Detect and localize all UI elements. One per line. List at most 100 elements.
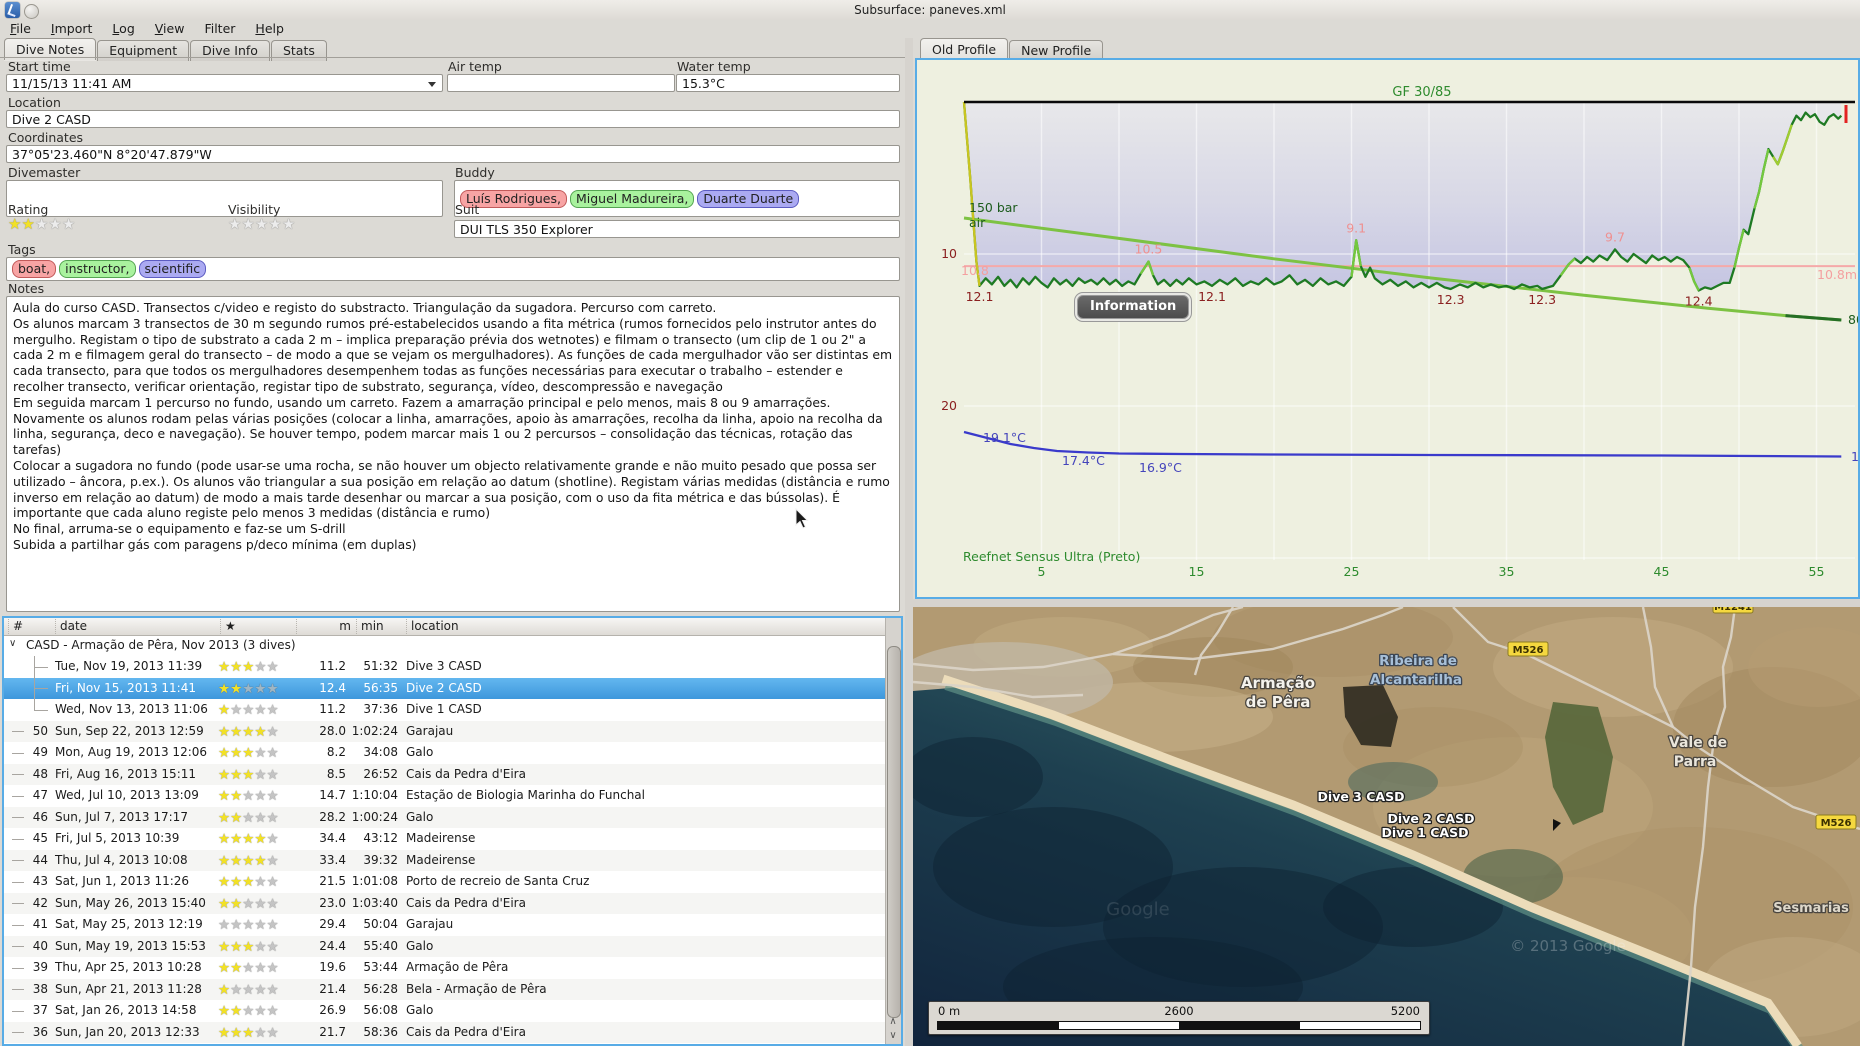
start-time-label: Start time (8, 59, 71, 74)
star-filled-icon: ★ (230, 723, 243, 740)
column-header-rating[interactable]: ★ (220, 619, 295, 634)
star-filled-icon: ★ (230, 831, 243, 847)
dive-row[interactable]: 47 Wed, Jul 10, 2013 13:09 ★★★★★ 14.7 1:10:0… (4, 785, 901, 807)
star-empty-icon: ★ (254, 895, 267, 912)
star-empty-icon: ★ (242, 702, 255, 718)
dive-date: Sun, Sep 22, 2013 12:59 (55, 723, 204, 738)
svg-text:12.4: 12.4 (1685, 293, 1713, 308)
titlebar[interactable]: Subsurface: paneves.xml (0, 0, 1860, 20)
dive-date: Thu, Apr 25, 2013 10:28 (55, 960, 202, 974)
column-header-m[interactable]: m (296, 619, 351, 634)
dive-row[interactable]: 45 Fri, Jul 5, 2013 10:39 ★★★★★ 34.4 43:12 Ma… (4, 828, 901, 850)
dive-row[interactable]: 37 Sat, Jan 26, 2013 14:58 ★★★★★ 26.9 56:08 G… (4, 1000, 901, 1022)
suit-value: DUI TLS 350 Explorer (460, 221, 593, 237)
star-filled-icon: ★ (242, 831, 255, 847)
notes-field[interactable]: Aula do curso CASD. Transectos c/video e… (6, 296, 900, 612)
dive-row[interactable]: 40 Sun, May 19, 2013 15:53 ★★★★★ 24.4 55:40 G… (4, 935, 901, 957)
menu-help[interactable]: Help (245, 20, 294, 38)
dive-row[interactable]: 36 Sun, Jan 20, 2013 12:33 ★★★★★ 21.7 58:36 C… (4, 1021, 901, 1043)
right-tabbar: Old Profile New Profile (920, 38, 1104, 61)
subsurface-window: Subsurface: paneves.xml File Import Log Vie… (0, 0, 1860, 1046)
star-filled-icon: ★ (230, 874, 243, 890)
dive-location: Dive 1 CASD (406, 702, 482, 716)
star-filled-icon: ★ (230, 809, 243, 826)
dive-row[interactable]: 38 Sun, Apr 21, 2013 11:28 ★★★★★ 21.4 56:28 B… (4, 978, 901, 1000)
dive-row[interactable]: 46 Sun, Jul 7, 2013 17:17 ★★★★★ 28.2 1:00:24… (4, 806, 901, 828)
air-temp-field[interactable] (447, 74, 675, 92)
dive-row[interactable]: 50 Sun, Sep 22, 2013 12:59 ★★★★★ 28.0 1:02:2… (4, 720, 901, 742)
tags-field[interactable]: boat, instructor, scientific (6, 257, 900, 281)
dive-duration: 58:36 (363, 1024, 398, 1039)
rating-stars[interactable]: ★★★★★ (8, 216, 75, 232)
column-header-min[interactable]: min (356, 619, 405, 634)
svg-text:19.1°C: 19.1°C (983, 430, 1026, 445)
scrollbar-thumb[interactable] (887, 646, 901, 1018)
dive-row[interactable]: 39 Thu, Apr 25, 2013 10:28 ★★★★★ 19.6 53:44 A… (4, 957, 901, 979)
visibility-stars[interactable]: ★★★★★ (228, 216, 295, 232)
buddy-field[interactable]: Luís Rodrigues, Miguel Madureira, Duarte D… (454, 180, 900, 217)
column-header-location[interactable]: location (406, 619, 711, 634)
trip-header-row[interactable]: ∨ CASD - Armação de Pêra, Nov 2013 (3 div… (4, 635, 901, 656)
dive-row[interactable]: Wed, Nov 13, 2013 11:06 ★★★★★ 11.2 37:36 Div… (4, 699, 901, 721)
dive-location: Estação de Biologia Marinha do Funchal (406, 788, 645, 802)
dive-profile[interactable]: GF 30/85 10 20 5 15 25 35 45 55 Reefnet Sensus Ul… (915, 58, 1860, 599)
star-empty-icon: ★ (266, 1024, 279, 1041)
dive-duration: 51:32 (363, 659, 398, 673)
dive-duration: 1:00:24 (351, 809, 398, 824)
star-filled-icon: ★ (230, 788, 243, 804)
collapse-caret-icon[interactable]: ∨ (9, 638, 16, 649)
dive-row[interactable]: Fri, Nov 15, 2013 11:41 ★★★★★ 12.4 56:35 Div… (4, 677, 901, 699)
column-header-date[interactable]: date (55, 619, 220, 634)
scroll-down-icon[interactable]: ∨ (886, 1029, 900, 1043)
dive-list[interactable]: # date ★ m min location ∨ CASD - Armação de Pê… (2, 616, 903, 1046)
dive-number: 46 (32, 809, 48, 824)
divemaster-field[interactable] (6, 180, 443, 217)
star-empty-icon: ★ (268, 215, 282, 233)
menu-log[interactable]: Log (102, 20, 144, 38)
star-empty-icon: ★ (254, 680, 267, 697)
dive-location: Dive 3 CASD (406, 659, 482, 673)
road-badge-m526: M526 (1513, 645, 1544, 656)
start-time-combo[interactable]: 11/15/13 11:41 AM (6, 74, 443, 92)
dive-row[interactable]: 42 Sun, May 26, 2013 15:40 ★★★★★ 23.0 1:03:4… (4, 892, 901, 914)
suit-field[interactable]: DUI TLS 350 Explorer (454, 220, 900, 238)
location-field[interactable]: Dive 2 CASD (6, 110, 900, 128)
menu-file[interactable]: File (0, 20, 41, 38)
star-empty-icon: ★ (242, 1003, 255, 1019)
water-temp-field[interactable]: 15.3°C (676, 74, 900, 92)
dive-row[interactable]: 48 Fri, Aug 16, 2013 15:11 ★★★★★ 8.5 26:52 Ca… (4, 763, 901, 785)
dive-row[interactable]: 49 Mon, Aug 19, 2013 12:06 ★★★★★ 8.2 34:08 Ga… (4, 742, 901, 764)
dive-rating: ★★★★★ (218, 853, 279, 869)
dive-list-scrollbar[interactable]: ∧ ∨ (885, 618, 901, 1044)
star-empty-icon: ★ (266, 895, 279, 912)
dive-row[interactable]: 44 Thu, Jul 4, 2013 10:08 ★★★★★ 33.4 39:32 Ma… (4, 849, 901, 871)
star-filled-icon: ★ (230, 1024, 243, 1041)
menu-import[interactable]: Import (41, 20, 103, 38)
star-filled-icon: ★ (218, 680, 231, 697)
dive-row[interactable]: Tue, Nov 19, 2013 11:39 ★★★★★ 11.2 51:32 Div… (4, 656, 901, 678)
tab-old-profile[interactable]: Old Profile (920, 38, 1009, 60)
dive-rating: ★★★★★ (218, 982, 279, 998)
dive-date: Fri, Aug 16, 2013 15:11 (55, 766, 197, 781)
star-empty-icon: ★ (230, 981, 243, 998)
star-filled-icon: ★ (254, 723, 267, 740)
star-empty-icon: ★ (266, 788, 279, 804)
scroll-up-icon[interactable]: ∧ (886, 1015, 900, 1029)
window-title: Subsurface: paneves.xml (854, 3, 1006, 17)
dive-duration: 55:40 (363, 938, 398, 953)
dive-row[interactable]: 43 Sat, Jun 1, 2013 11:26 ★★★★★ 21.5 1:01:08… (4, 871, 901, 893)
horizontal-splitter[interactable] (913, 599, 1860, 607)
vertical-splitter[interactable] (905, 38, 913, 1046)
dive-row[interactable]: 41 Sat, May 25, 2013 12:19 ★★★★★ 29.4 50:04 G… (4, 914, 901, 936)
coordinates-field[interactable]: 37°05'23.460"N 8°20'47.879"W (6, 145, 900, 163)
star-filled-icon: ★ (218, 788, 231, 804)
dive-map[interactable]: Armação de Pêra Ribeira de Alcantarilha Vale… (913, 607, 1860, 1046)
pill: Duarte Duarte (697, 189, 800, 208)
star-filled-icon: ★ (218, 745, 231, 761)
column-header-num[interactable]: # (8, 619, 53, 634)
menu-filter[interactable]: Filter (194, 20, 245, 38)
dive-rating: ★★★★★ (218, 681, 279, 697)
information-button[interactable]: Information (1077, 295, 1190, 319)
star-empty-icon: ★ (266, 723, 279, 740)
menu-view[interactable]: View (145, 20, 195, 38)
